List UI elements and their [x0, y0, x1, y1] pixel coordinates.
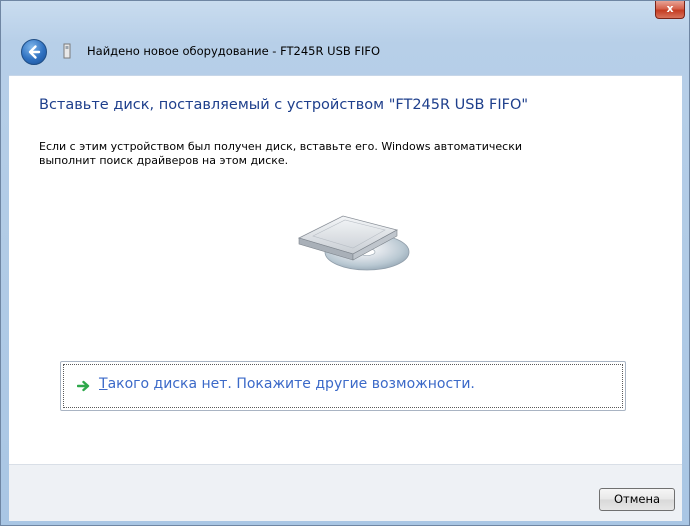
device-icon [63, 43, 71, 59]
close-icon: x [666, 2, 674, 15]
page-description: Если с этим устройством был получен диск… [39, 140, 639, 168]
wizard-content: Вставьте диск, поставляемый с устройство… [9, 75, 682, 465]
green-arrow-icon [77, 380, 90, 392]
wizard-footer: Отмена [9, 464, 682, 521]
window-frame: x Найдено новое оборудование - FT245R US… [0, 0, 690, 526]
cancel-button[interactable]: Отмена [599, 488, 675, 511]
no-disc-option-label: Такого диска нет. Покажите другие возмож… [99, 376, 475, 392]
no-disc-option[interactable]: Такого диска нет. Покажите другие возмож… [60, 361, 626, 411]
description-line-1: Если с этим устройством был получен диск… [39, 140, 523, 153]
back-arrow-icon [28, 45, 41, 59]
window-title: Найдено новое оборудование - FT245R USB … [87, 44, 381, 58]
access-key-letter: Т [99, 376, 108, 392]
description-line-2: выполнит поиск драйверов на этом диске. [39, 154, 289, 167]
disc-drive-icon [297, 215, 410, 271]
close-button[interactable]: x [655, 1, 685, 19]
wizard-header: Найдено новое оборудование - FT245R USB … [9, 31, 682, 75]
option-label-rest: акого диска нет. Покажите другие возможн… [107, 376, 475, 392]
page-heading: Вставьте диск, поставляемый с устройство… [39, 97, 529, 113]
back-button[interactable] [21, 39, 47, 65]
